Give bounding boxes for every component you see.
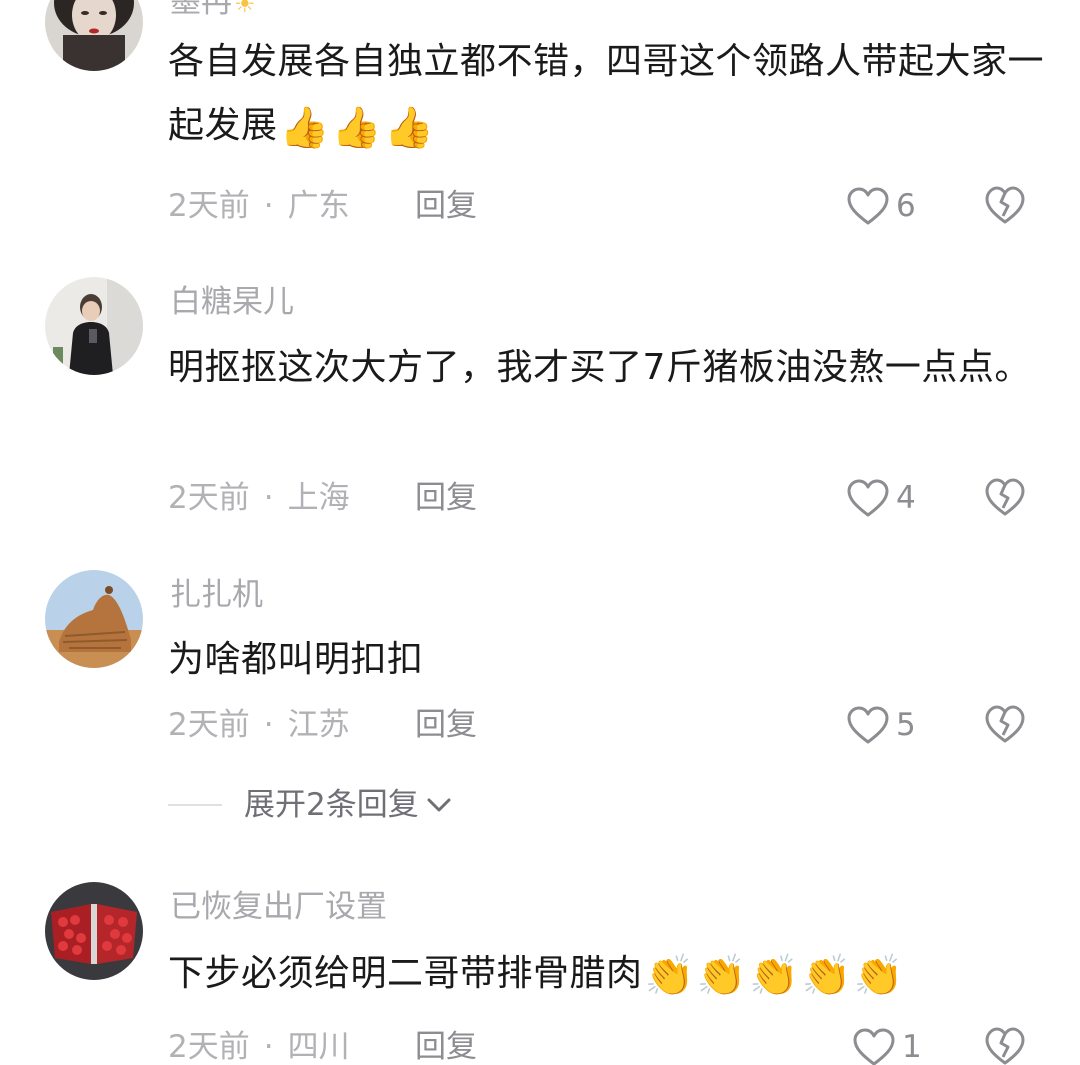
clapping-hands-icon: 👏 — [749, 953, 800, 999]
comment-location: 四川 — [287, 1029, 350, 1065]
like-count: 1 — [902, 1029, 922, 1065]
clapping-hands-icon: 👏 — [853, 953, 905, 999]
comment-time: 2天前 — [168, 707, 250, 743]
comment-time: 2天前 — [168, 188, 250, 224]
broken-heart-icon — [985, 705, 1025, 743]
clapping-hands-icon: 👏 — [696, 953, 748, 999]
broken-heart-icon — [985, 186, 1025, 224]
clapping-hands-icon: 👏 — [644, 953, 695, 999]
heart-outline-icon — [847, 479, 889, 517]
avatar[interactable] — [45, 277, 143, 375]
like-count: 5 — [896, 707, 916, 743]
comment-text: 各自发展各自独立都不错，四哥这个领路人带起大家一起发展👍👍👍 — [168, 41, 1045, 151]
avatar[interactable] — [45, 570, 143, 668]
sun-icon: ☀ — [234, 0, 256, 18]
comment-time: 2天前 — [168, 1029, 250, 1065]
broken-heart-icon — [985, 1027, 1025, 1065]
thumbs-up-icon: 👍 — [279, 105, 330, 151]
like-count: 6 — [896, 188, 916, 224]
like-count: 4 — [896, 480, 916, 516]
username[interactable]: 扎扎机 — [170, 577, 263, 613]
reply-button[interactable]: 回复 — [415, 1029, 477, 1065]
heart-outline-icon — [847, 706, 889, 744]
divider — [168, 804, 222, 806]
thumbs-up-icon: 👍 — [331, 105, 383, 151]
comment-text: 明抠抠这次大方了，我才买了7斤猪板油没熬一点点。 — [168, 347, 1031, 388]
comment-list: 墨冉☀ 各自发展各自独立都不错，四哥这个领路人带起大家一起发展👍👍👍 2天前 · 广… — [0, 0, 1080, 1065]
comment-meta: 2天前 · 广东 — [168, 188, 350, 224]
username[interactable]: 已恢复出厂设置 — [170, 889, 387, 925]
avatar[interactable] — [45, 882, 143, 980]
expand-replies-label: 展开2条回复 — [244, 787, 419, 823]
expand-replies-button[interactable]: 展开2条回复 — [168, 785, 453, 825]
like-button[interactable]: 6 — [846, 184, 916, 228]
avatar[interactable] — [45, 0, 143, 71]
username[interactable]: 白糖杲儿 — [170, 284, 294, 320]
like-button[interactable]: 4 — [846, 476, 916, 520]
clapping-hands-icon: 👏 — [801, 953, 852, 999]
reply-button[interactable]: 回复 — [415, 188, 477, 224]
heart-outline-icon — [847, 187, 889, 225]
thumbs-up-icon: 👍 — [384, 105, 435, 151]
comment-text: 为啥都叫明扣扣 — [168, 639, 424, 680]
comment-meta: 2天前 · 江苏 — [168, 707, 350, 743]
reply-button[interactable]: 回复 — [415, 480, 477, 516]
like-button[interactable]: 5 — [846, 703, 916, 747]
comment-time: 2天前 — [168, 480, 250, 516]
comment-location: 江苏 — [287, 707, 350, 743]
comment-location: 上海 — [287, 480, 350, 516]
comment-text: 下步必须给明二哥带排骨腊肉👏👏👏👏👏 — [168, 953, 905, 999]
comment-meta: 2天前 · 四川 — [168, 1029, 350, 1065]
dislike-button[interactable] — [984, 184, 1026, 226]
comment-location: 广东 — [287, 188, 350, 224]
username[interactable]: 墨冉☀ — [170, 0, 256, 22]
broken-heart-icon — [985, 478, 1025, 516]
dislike-button[interactable] — [984, 1025, 1026, 1065]
chevron-down-icon — [427, 798, 451, 812]
dislike-button[interactable] — [984, 476, 1026, 518]
reply-button[interactable]: 回复 — [415, 707, 477, 743]
like-button[interactable]: 1 — [852, 1025, 922, 1065]
comment-meta: 2天前 · 上海 — [168, 480, 350, 516]
dislike-button[interactable] — [984, 703, 1026, 745]
heart-outline-icon — [853, 1028, 895, 1065]
